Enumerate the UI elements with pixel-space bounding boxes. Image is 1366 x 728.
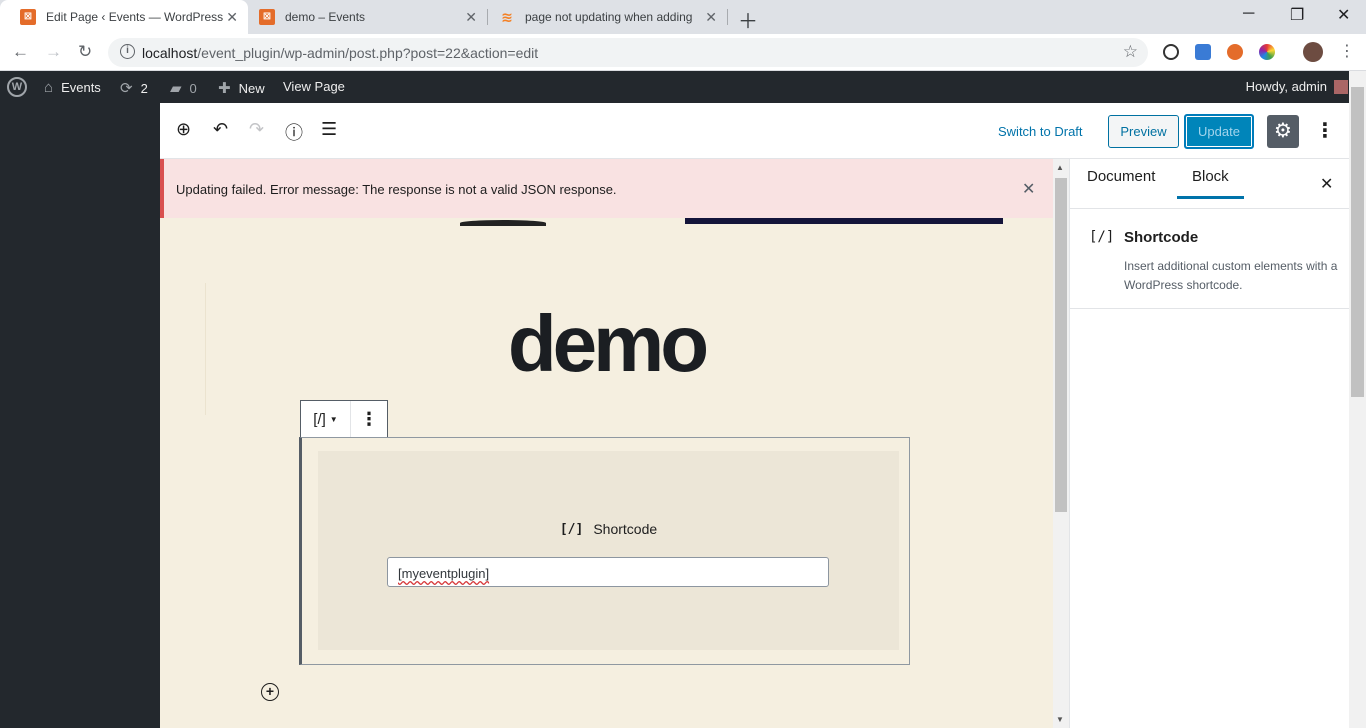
close-window-icon[interactable]: ✕ <box>1337 5 1350 25</box>
bookmark-star-icon[interactable]: ☆ <box>1123 42 1138 62</box>
browser-menu-icon[interactable]: ⋮ <box>1339 41 1355 61</box>
browser-tab-edit-page[interactable]: ⊠ Edit Page ‹ Events — WordPress ✕ <box>0 0 248 34</box>
extension-icon[interactable] <box>1227 44 1243 60</box>
block-switcher[interactable]: [/] ▼ <box>301 401 351 437</box>
browser-tab-stackoverflow[interactable]: ≋ page not updating when adding ✕ <box>479 0 727 34</box>
shortcode-placeholder: [/] Shortcode [myeventplugin] <box>318 451 899 650</box>
info-icon[interactable]: ⓘ <box>285 119 303 145</box>
restore-icon[interactable]: ❐ <box>1290 5 1304 25</box>
editor-scrollbar[interactable]: ▲ ▼ <box>1053 159 1069 728</box>
browser-tab-demo[interactable]: ⊠ demo – Events ✕ <box>239 0 487 34</box>
more-tools-icon[interactable]: ⋮ <box>1315 118 1335 143</box>
updates-link[interactable]: ⟳ 2 <box>120 79 148 97</box>
new-content-link[interactable]: ✚ New <box>218 79 265 97</box>
shortcode-input[interactable]: [myeventplugin] <box>387 557 829 587</box>
tab-block[interactable]: Block <box>1177 168 1244 199</box>
editor-scrollbar-thumb[interactable] <box>1055 178 1067 512</box>
comment-icon: ▰ <box>170 80 182 97</box>
site-info-icon[interactable]: i <box>120 44 135 59</box>
tab-close-icon[interactable]: ✕ <box>226 9 238 26</box>
sidebar-tabs: Document Block ✕ <box>1070 159 1350 209</box>
preview-button[interactable]: Preview <box>1108 115 1179 148</box>
xampp-favicon-icon: ⊠ <box>259 9 275 25</box>
back-icon[interactable]: ← <box>12 42 29 62</box>
scroll-down-icon[interactable]: ▼ <box>1056 715 1064 724</box>
shortcode-icon: [/] <box>559 521 584 537</box>
shortcode-icon: [/] <box>1089 229 1115 245</box>
block-card-title: Shortcode <box>1124 229 1199 246</box>
block-card: [/] Shortcode Insert additional custom e… <box>1070 209 1350 309</box>
notice-message: Updating failed. Error message: The resp… <box>176 182 617 197</box>
shortcode-label-text: Shortcode <box>593 521 658 537</box>
editor-canvas: demo [/] ▼ ⋮ [/] Shortcode [myeventplugi… <box>160 218 1053 728</box>
settings-gear-icon[interactable]: ⚙ <box>1267 115 1299 148</box>
tab-title: page not updating when adding <box>525 10 693 24</box>
browser-toolbar: ← → ↻ i localhost/event_plugin/wp-admin/… <box>0 34 1366 71</box>
tab-title: demo – Events <box>285 10 366 24</box>
updates-icon: ⟳ <box>120 80 133 97</box>
home-icon: ⌂ <box>44 79 54 96</box>
minimize-icon[interactable]: ─ <box>1243 5 1254 23</box>
add-block-inserter-icon[interactable]: + <box>261 683 279 701</box>
block-more-options-icon[interactable]: ⋮ <box>351 401 387 437</box>
admin-avatar[interactable] <box>1334 80 1348 94</box>
update-button[interactable]: Update <box>1184 114 1254 149</box>
site-name: Events <box>61 80 101 95</box>
tab-close-icon[interactable]: ✕ <box>465 9 477 26</box>
new-label: New <box>238 80 265 96</box>
howdy-account[interactable]: Howdy, admin <box>1246 79 1327 94</box>
hero-image-strip <box>685 218 1003 224</box>
close-sidebar-icon[interactable]: ✕ <box>1320 174 1333 194</box>
updates-count: 2 <box>140 80 148 96</box>
tab-title: Edit Page ‹ Events — WordPress <box>46 10 224 24</box>
tab-close-icon[interactable]: ✕ <box>705 9 717 26</box>
add-block-icon[interactable]: ⊕ <box>176 119 191 140</box>
comments-count: 0 <box>189 80 197 96</box>
block-card-description: Insert additional custom elements with a… <box>1124 259 1338 292</box>
view-page-link[interactable]: View Page <box>283 79 345 94</box>
profile-avatar[interactable] <box>1303 42 1323 62</box>
editor-header: ⊕ ↶ ↷ ⓘ ☰ Switch to Draft Preview Update… <box>160 103 1349 159</box>
wp-admin-bar: W ⌂ Events ⟳ 2 ▰ 0 ✚ New View Page Howdy… <box>0 71 1366 103</box>
stackoverflow-favicon-icon: ≋ <box>501 9 513 25</box>
page-scrollbar[interactable] <box>1349 71 1366 728</box>
extension-icon[interactable] <box>1195 44 1211 60</box>
wordpress-logo-icon[interactable]: W <box>7 77 27 97</box>
switch-to-draft-button[interactable]: Switch to Draft <box>998 124 1083 139</box>
comments-link[interactable]: ▰ 0 <box>170 79 197 97</box>
redo-icon[interactable]: ↷ <box>249 119 264 140</box>
block-navigation-icon[interactable]: ☰ <box>321 119 337 140</box>
page-title[interactable]: demo <box>160 298 1053 390</box>
forward-icon[interactable]: → <box>45 42 62 62</box>
shortcode-block[interactable]: [/] Shortcode [myeventplugin] <box>299 437 910 665</box>
url-text: localhost/event_plugin/wp-admin/post.php… <box>142 45 539 61</box>
notice-close-icon[interactable]: ✕ <box>1022 179 1035 199</box>
page-scrollbar-thumb[interactable] <box>1351 87 1364 397</box>
shortcode-icon: [/] <box>313 410 326 428</box>
site-name-link[interactable]: ⌂ Events <box>44 79 101 96</box>
settings-sidebar: Document Block ✕ [/] Shortcode Insert ad… <box>1069 159 1350 728</box>
address-bar[interactable]: i localhost/event_plugin/wp-admin/post.p… <box>108 38 1148 67</box>
plus-icon: ✚ <box>218 80 231 97</box>
xampp-favicon-icon: ⊠ <box>20 9 36 25</box>
hero-image-edge <box>460 220 546 226</box>
shortcode-label: [/] Shortcode <box>318 521 899 537</box>
block-toolbar: [/] ▼ ⋮ <box>300 400 388 438</box>
admin-side-menu <box>0 103 160 728</box>
undo-icon[interactable]: ↶ <box>213 119 228 140</box>
shortcode-value: [myeventplugin] <box>398 566 490 581</box>
error-notice: Updating failed. Error message: The resp… <box>160 159 1053 218</box>
tab-separator <box>727 9 728 25</box>
scroll-up-icon[interactable]: ▲ <box>1056 163 1064 172</box>
caret-down-icon: ▼ <box>329 414 338 424</box>
browser-tab-strip: ⊠ Edit Page ‹ Events — WordPress ✕ ⊠ dem… <box>0 0 1366 34</box>
new-tab-icon[interactable]: ＋ <box>738 5 758 34</box>
tab-document[interactable]: Document <box>1087 168 1155 199</box>
reload-icon[interactable]: ↻ <box>78 42 92 62</box>
extension-icon[interactable] <box>1163 44 1179 60</box>
color-extension-icon[interactable] <box>1259 44 1275 60</box>
view-page-label: View Page <box>283 79 345 94</box>
